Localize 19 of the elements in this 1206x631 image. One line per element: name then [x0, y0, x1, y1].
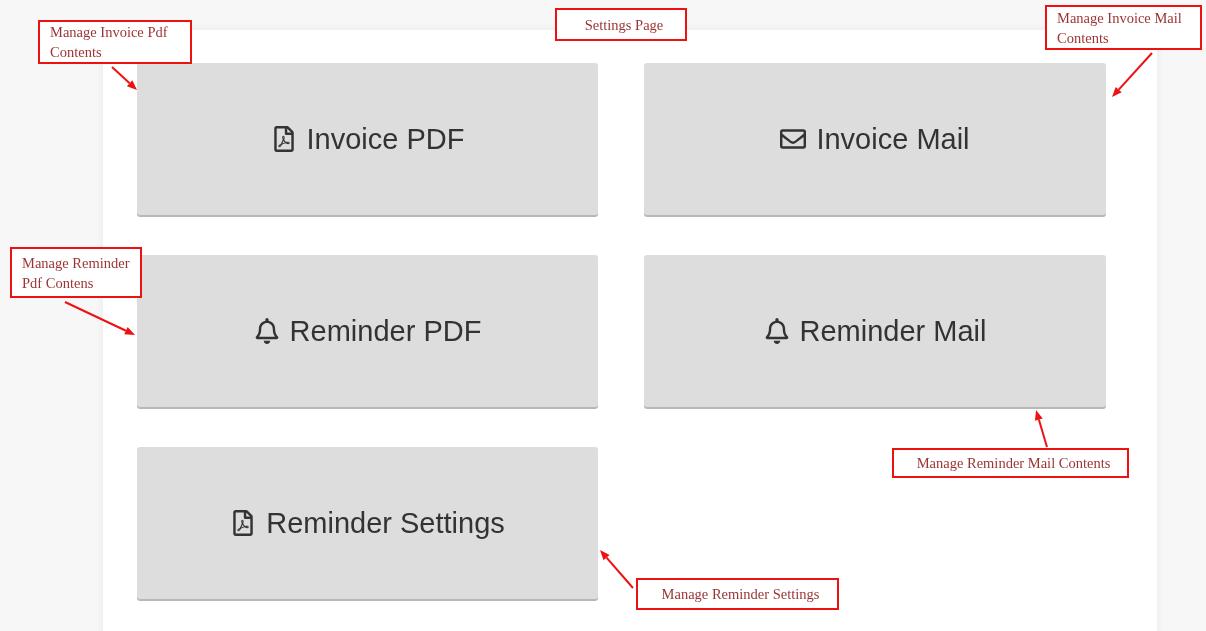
- annotation-arrow: [1035, 410, 1048, 448]
- annotation-arrow: [111, 66, 137, 90]
- settings-tile-button[interactable]: Reminder PDF: [137, 255, 598, 407]
- annotation-label: Manage Reminder Settings: [636, 578, 839, 610]
- settings-tile-button[interactable]: Reminder Mail: [644, 255, 1106, 407]
- annotation-arrow: [64, 301, 135, 335]
- annotation-label: Manage Reminder Pdf Contens: [10, 247, 142, 298]
- annotation-arrow: [1112, 52, 1153, 97]
- envelope-icon: [780, 126, 807, 152]
- settings-tile-button[interactable]: Reminder Settings: [137, 447, 598, 599]
- bell-icon: [253, 318, 280, 344]
- annotation-label: Manage Reminder Mail Contents: [892, 448, 1129, 478]
- settings-tile-button[interactable]: Invoice Mail: [644, 63, 1106, 215]
- annotation-arrow: [600, 550, 634, 589]
- annotation-label: Manage Invoice Pdf Contents: [38, 20, 192, 64]
- annotation-label: Manage Invoice Mail Contents: [1045, 5, 1202, 50]
- bell-icon: [763, 318, 790, 344]
- settings-tile-button[interactable]: Invoice PDF: [137, 63, 598, 215]
- annotation-label: Settings Page: [555, 8, 687, 41]
